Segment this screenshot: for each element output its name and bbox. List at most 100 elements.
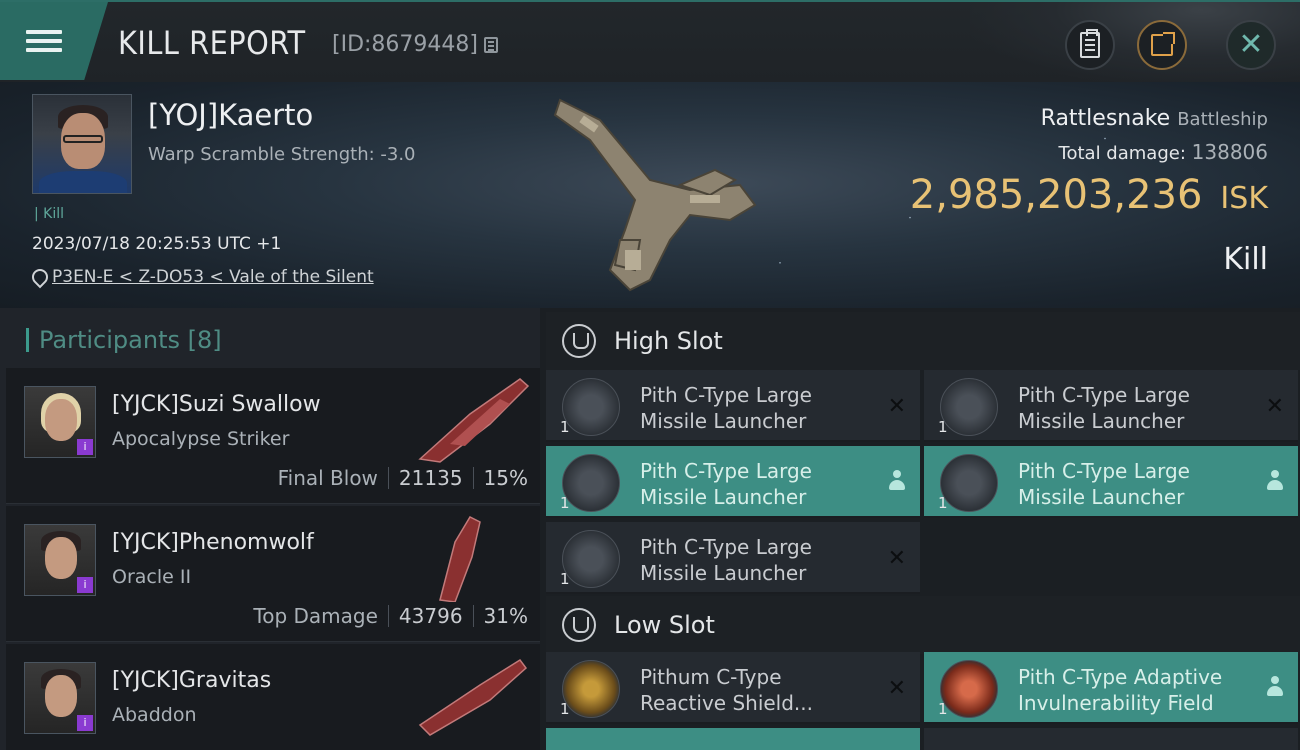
- module-name: Pith C-Type Large Missile Launcher: [640, 535, 812, 585]
- missile-launcher-icon: [562, 454, 620, 512]
- module-qty: 1: [560, 570, 570, 588]
- low-slot-label: Low Slot: [614, 611, 715, 639]
- participant-tag: Top Damage: [253, 604, 378, 628]
- isk-value: 2,985,203,236 ISK: [910, 172, 1268, 218]
- oracle-ship-image: [439, 516, 481, 602]
- missile-launcher-icon: [940, 378, 998, 436]
- share-button[interactable]: [1137, 20, 1187, 70]
- copy-icon[interactable]: [484, 36, 498, 53]
- report-id-text: [ID:8679448]: [332, 32, 478, 57]
- dropped-person-icon: [888, 470, 906, 492]
- module-name: Pith C-Type Large Missile Launcher: [1018, 459, 1190, 509]
- participant-name[interactable]: [YJCK]Suzi Swallow: [112, 392, 321, 417]
- clipboard-icon: [1080, 29, 1100, 58]
- participant-percent: 15%: [483, 466, 528, 490]
- participant-row[interactable]: i [YJCK]Suzi Swallow Apocalypse Striker …: [6, 368, 540, 504]
- module-name: Pith C-Type Large Missile Launcher: [640, 383, 812, 433]
- title-bar: KILL REPORT [ID:8679448] ✕: [0, 0, 1300, 84]
- kill-tag-text: Kill: [43, 206, 65, 222]
- participant-stats: Top Damage 43796 31%: [253, 604, 528, 628]
- module-item-partial[interactable]: [924, 728, 1298, 750]
- destroyed-icon: ✕: [887, 394, 906, 419]
- ship-class: Battleship: [1177, 109, 1268, 130]
- participants-heading: Participants [8]: [26, 326, 222, 354]
- participant-percent: 31%: [483, 604, 528, 628]
- module-item[interactable]: 1 Pithum C-Type Reactive Shield... ✕: [546, 652, 920, 724]
- participant-portrait[interactable]: i: [24, 662, 96, 734]
- shield-hardener-icon: [562, 660, 620, 718]
- kill-outcome: Kill: [1223, 242, 1268, 277]
- participant-row[interactable]: i [YJCK]Gravitas Abaddon: [6, 644, 540, 750]
- participant-name[interactable]: [YJCK]Phenomwolf: [112, 530, 314, 555]
- participant-portrait[interactable]: i: [24, 524, 96, 596]
- clipboard-button[interactable]: [1065, 20, 1115, 70]
- destroyed-icon: ✕: [887, 546, 906, 571]
- participants-count: [8]: [187, 326, 222, 354]
- ship-name[interactable]: Rattlesnake Battleship: [1041, 106, 1268, 131]
- missile-launcher-icon: [562, 378, 620, 436]
- high-slot-label: High Slot: [614, 327, 723, 355]
- warp-scramble-strength: Warp Scramble Strength: -3.0: [148, 144, 416, 165]
- destroyed-icon: ✕: [887, 676, 906, 701]
- location-link[interactable]: P3EN-E < Z-DO53 < Vale of the Silent: [52, 267, 374, 287]
- apocalypse-striker-image: [418, 378, 530, 463]
- victim-portrait[interactable]: [32, 94, 132, 194]
- victim-header: [YOJ]Kaerto Warp Scramble Strength: -3.0…: [0, 82, 1300, 308]
- heading-bar: [26, 328, 29, 352]
- participant-stats: Final Blow 21135 15%: [278, 466, 528, 490]
- participant-row[interactable]: i [YJCK]Phenomwolf Oracle II Top Damage …: [6, 506, 540, 642]
- portrait-glasses: [63, 135, 103, 143]
- portrait-face: [45, 675, 77, 717]
- participant-portrait[interactable]: i: [24, 386, 96, 458]
- dropped-person-icon: [1266, 676, 1284, 698]
- high-slot-icon: [562, 324, 596, 358]
- share-icon: [1151, 32, 1175, 56]
- module-item-partial[interactable]: [546, 728, 920, 750]
- ship-name-text: Rattlesnake: [1040, 106, 1171, 131]
- module-qty: 1: [938, 494, 948, 512]
- low-slot-icon: [562, 608, 596, 642]
- rattlesnake-ship-image: [553, 98, 757, 292]
- module-item[interactable]: 1 Pith C-Type Adaptive Invulnerability F…: [924, 652, 1298, 724]
- missile-launcher-icon: [940, 454, 998, 512]
- participant-ship: Oracle II: [112, 566, 192, 588]
- module-item[interactable]: 1 Pith C-Type Large Missile Launcher: [924, 446, 1298, 518]
- module-item[interactable]: 1 Pith C-Type Large Missile Launcher ✕: [924, 370, 1298, 442]
- invulnerability-field-icon: [940, 660, 998, 718]
- high-slot-header: High Slot: [546, 312, 1300, 370]
- participant-tag: Final Blow: [277, 466, 378, 490]
- location-pin-icon: [32, 269, 44, 285]
- hamburger-icon: [26, 25, 62, 57]
- kill-location[interactable]: P3EN-E < Z-DO53 < Vale of the Silent: [32, 267, 374, 287]
- participants-label: Participants: [39, 326, 180, 354]
- total-damage-value: 138806: [1191, 140, 1268, 164]
- module-name: Pithum C-Type Reactive Shield...: [640, 665, 814, 715]
- low-slot-header: Low Slot: [546, 596, 1300, 654]
- participant-name[interactable]: [YJCK]Gravitas: [112, 668, 271, 693]
- info-badge-icon: i: [77, 577, 93, 593]
- stat-divider: [387, 467, 389, 489]
- isk-unit: ISK: [1220, 181, 1268, 216]
- menu-button[interactable]: [0, 2, 108, 80]
- stat-divider: [472, 605, 474, 627]
- kill-tag: | Kill: [34, 206, 65, 222]
- module-qty: 1: [938, 700, 948, 718]
- module-item[interactable]: 1 Pith C-Type Large Missile Launcher ✕: [546, 522, 920, 594]
- kill-datetime: 2023/07/18 20:25:53 UTC +1: [32, 234, 282, 254]
- victim-name[interactable]: [YOJ]Kaerto: [148, 98, 313, 132]
- module-name: Pith C-Type Adaptive Invulnerability Fie…: [1018, 665, 1223, 715]
- module-name: Pith C-Type Large Missile Launcher: [1018, 383, 1190, 433]
- module-item[interactable]: 1 Pith C-Type Large Missile Launcher ✕: [546, 370, 920, 442]
- fitting-panel: High Slot 1 Pith C-Type Large Missile La…: [540, 308, 1300, 750]
- close-button[interactable]: ✕: [1226, 20, 1276, 70]
- kill-report-window: KILL REPORT [ID:8679448] ✕ [YOJ]Kaerto W…: [0, 0, 1300, 750]
- participants-panel: Participants [8] i [YJCK]Suzi Swallow Ap…: [0, 308, 540, 750]
- destroyed-icon: ✕: [1265, 394, 1284, 419]
- report-id: [ID:8679448]: [332, 32, 498, 57]
- close-icon: ✕: [1238, 27, 1264, 62]
- total-damage: Total damage: 138806: [1059, 140, 1268, 164]
- portrait-face: [45, 399, 77, 441]
- module-qty: 1: [938, 418, 948, 436]
- info-badge-icon: i: [77, 439, 93, 455]
- module-item[interactable]: 1 Pith C-Type Large Missile Launcher: [546, 446, 920, 518]
